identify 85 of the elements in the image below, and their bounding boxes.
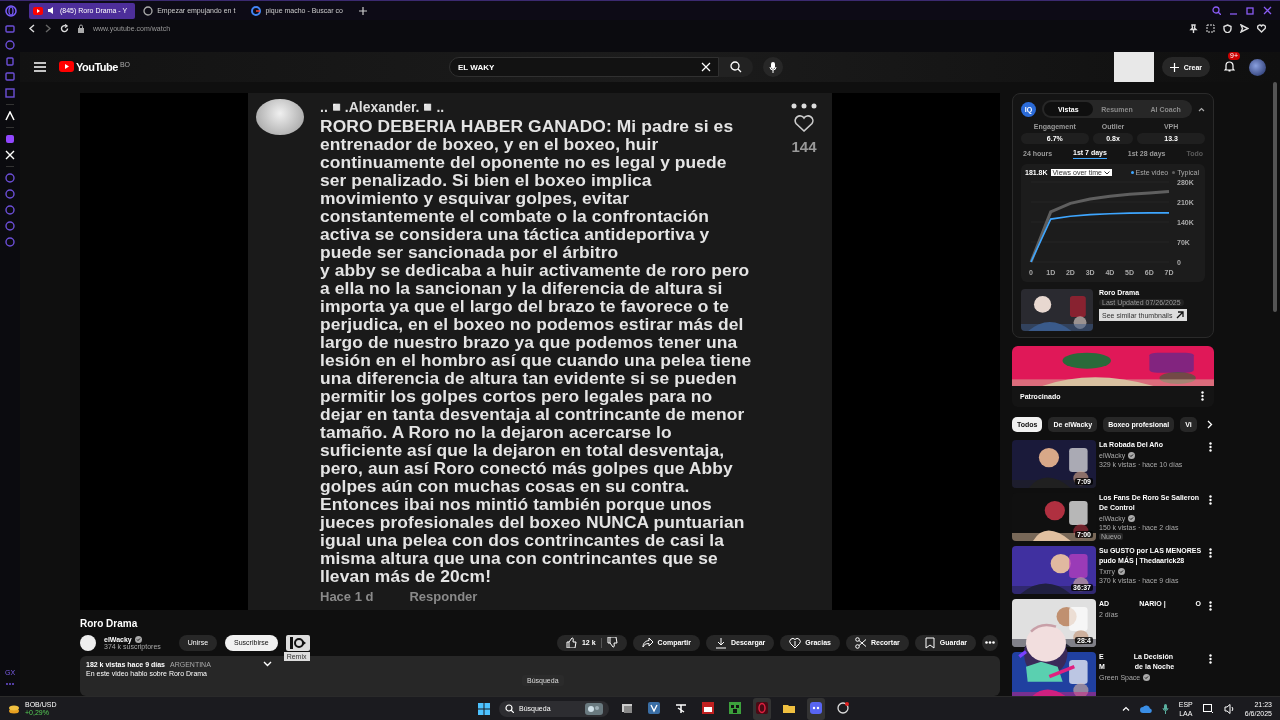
remix-button[interactable] xyxy=(285,634,310,651)
more-button[interactable] xyxy=(982,634,998,651)
taskbar-app-icon[interactable] xyxy=(837,701,849,714)
back-icon[interactable] xyxy=(28,23,36,33)
chevron-up-icon[interactable] xyxy=(1198,106,1205,112)
taskbar-app-icon[interactable] xyxy=(702,701,714,714)
chevron-right-icon[interactable] xyxy=(1206,420,1213,429)
search-field[interactable]: EL WAKY xyxy=(449,57,719,77)
speaker-icon[interactable] xyxy=(1223,703,1235,714)
more-icon[interactable] xyxy=(1209,495,1212,505)
verified-icon xyxy=(1128,452,1136,459)
tab-favicon-icon xyxy=(33,5,43,16)
cloud-icon[interactable] xyxy=(1139,704,1152,713)
scrollbar[interactable] xyxy=(1273,82,1277,312)
snapshot-icon[interactable] xyxy=(1206,23,1215,33)
taskbar-app-icon[interactable] xyxy=(810,701,822,714)
search-icon[interactable] xyxy=(1212,6,1221,15)
taskbar-app-icon[interactable] xyxy=(621,701,633,714)
microphone-icon[interactable] xyxy=(1161,703,1169,714)
search-icon xyxy=(730,61,742,73)
comment-text: RORO DEBERIA HABER GANADO: Mi padre si es entrenador de boxeo, y en el boxeo, huir continuamente del oponente no es legal y puede ser penalizado. Si bien el boxeo implica movimiento y esquivar golpes, evitar constantemente el combate o la confrontación activa se considera una táctica antideportiva y puede ser sancionada por el árbitro y abby se dedicaba a huir activamente de roro pero a ella no la sancionan y la diferencia de altura si importa ya que el largo del brazo te favorece o te perjudica, en el boxeo no podemos estirar más del largo de nuestro brazo ya que podemos tener una lesión en el hombro así que cuando una pelea tiene una diferencia de altura tan evidente si se pueden permitir los golpes cortos pero legales para no dejar en tanta desventaja al contrincante de menor tamaño. A Roro no la dejaron acercarse lo suficiente así que la dejaron en total desventaja, pero, aun así Roro conectó más golpes que Abby golpes aún con muchas cosas en su contra. Entonces ibai nos mintió también porque unos jueces profesionales del boxeo NUNCA puntuarian igual una pelea con dos contrincantes de casi la misma altura que una con contrincantes que se llevan más de 20cm! xyxy=(320,117,753,585)
reload-icon[interactable] xyxy=(60,23,69,33)
plus-icon[interactable] xyxy=(358,6,367,15)
browser-logo-icon[interactable] xyxy=(5,4,17,17)
shield-icon[interactable] xyxy=(1223,23,1232,33)
caret-icon xyxy=(1103,170,1110,175)
doodle-icon xyxy=(585,702,603,715)
coins-icon xyxy=(8,703,20,714)
comment-time: Hace 1 d xyxy=(320,589,374,604)
video-title: Roro Drama xyxy=(80,618,139,629)
comment-author: ..◽.Alexander.◽.. xyxy=(320,99,446,115)
thumbs-up-icon xyxy=(565,637,577,648)
microphone-button[interactable] xyxy=(763,57,783,77)
lock-icon xyxy=(77,23,85,33)
pin-icon[interactable] xyxy=(1189,23,1198,33)
close-icon[interactable] xyxy=(1263,6,1272,15)
bookmark-icon xyxy=(923,636,936,649)
clear-icon[interactable] xyxy=(701,62,711,72)
more-icon[interactable] xyxy=(1209,548,1212,558)
blank-panel xyxy=(1113,52,1154,82)
more-icon[interactable] xyxy=(1209,654,1212,664)
more-icon xyxy=(985,641,995,644)
send-icon[interactable] xyxy=(1240,23,1249,33)
restore-icon[interactable] xyxy=(1246,6,1255,15)
more-icon xyxy=(791,103,817,109)
taskbar-app-icon[interactable] xyxy=(729,701,741,714)
verified-icon xyxy=(1128,515,1136,522)
search-icon xyxy=(505,704,514,713)
avatar xyxy=(256,99,304,135)
forward-icon[interactable] xyxy=(44,23,52,33)
logo-text[interactable]: YouTube xyxy=(76,61,118,73)
taskbar-app-icon[interactable] xyxy=(675,701,687,714)
avatar[interactable] xyxy=(1249,58,1266,76)
speaker-icon xyxy=(47,6,56,15)
chevron-down-icon[interactable] xyxy=(263,661,272,667)
heart-icon[interactable] xyxy=(1257,23,1266,33)
tab-favicon-icon xyxy=(251,5,262,16)
taskbar-app-icon[interactable] xyxy=(648,701,660,714)
reply-link: Responder xyxy=(409,589,478,604)
microphone-icon xyxy=(769,61,777,73)
tab-favicon-icon xyxy=(143,5,154,16)
verified-icon xyxy=(1143,674,1151,681)
heart-icon xyxy=(794,115,814,132)
start-icon[interactable] xyxy=(478,702,490,715)
search-button[interactable] xyxy=(719,57,753,77)
bell-icon[interactable] xyxy=(1224,60,1235,72)
display-icon[interactable] xyxy=(1202,703,1214,714)
menu-icon[interactable] xyxy=(34,62,46,72)
verified-icon xyxy=(1117,568,1125,575)
more-icon[interactable] xyxy=(1201,391,1204,401)
heart-dollar-icon xyxy=(789,636,802,649)
like-count: 144 xyxy=(791,138,817,155)
play-logo-icon xyxy=(59,61,74,72)
video-player[interactable] xyxy=(80,93,1000,610)
scissors-icon xyxy=(854,636,867,649)
channel-avatar[interactable] xyxy=(80,634,96,651)
more-icon[interactable] xyxy=(1209,601,1212,611)
download-icon xyxy=(715,636,728,649)
external-link-icon xyxy=(1176,311,1185,319)
verified-icon xyxy=(134,635,142,643)
thumbs-down-icon xyxy=(606,637,618,648)
share-icon xyxy=(641,636,654,649)
remix-icon xyxy=(289,636,306,649)
plus-icon xyxy=(1169,62,1179,72)
more-icon[interactable] xyxy=(1209,442,1212,452)
